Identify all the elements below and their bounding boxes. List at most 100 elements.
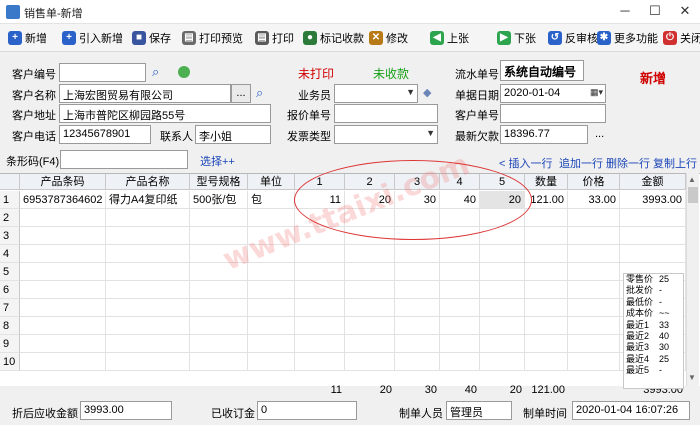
row-number[interactable]: 8 [0,317,20,335]
barcode-input[interactable] [60,150,188,169]
column-header[interactable]: 价格 [568,174,620,190]
grid-cell[interactable] [440,245,480,263]
search-icon[interactable]: ⌕ [152,64,159,80]
row-number[interactable]: 1 [0,191,20,209]
append-row-link[interactable]: 追加一行 [559,155,603,171]
row-number[interactable]: 6 [0,281,20,299]
grid-cell[interactable] [190,281,248,299]
grid-cell[interactable] [345,299,395,317]
grid-cell[interactable] [248,317,295,335]
grid-cell[interactable] [20,227,106,245]
grid-cell[interactable] [190,299,248,317]
grid-cell[interactable] [525,245,568,263]
column-header[interactable]: 金额 [620,174,686,190]
grid-cell[interactable] [395,353,440,371]
row-number[interactable]: 7 [0,299,20,317]
grid-cell[interactable] [106,263,190,281]
grid-cell[interactable] [345,335,395,353]
grid-cell[interactable] [106,335,190,353]
grid-cell[interactable] [480,353,525,371]
grid-cell[interactable] [568,299,620,317]
row-number[interactable]: 3 [0,227,20,245]
grid-cell[interactable] [295,335,345,353]
grid-cell[interactable] [190,353,248,371]
grid-cell[interactable]: 500张/包 [190,191,248,209]
phone-input[interactable]: 12345678901 [59,125,151,144]
grid-cell[interactable] [480,263,525,281]
address-input[interactable]: 上海市普陀区柳园路55号 [59,104,271,123]
grid-cell[interactable] [480,245,525,263]
grid-cell[interactable] [525,227,568,245]
grid-cell[interactable] [568,245,620,263]
grid-cell[interactable] [395,263,440,281]
serial-no-input[interactable]: 系统自动编号 [500,60,584,81]
row-number[interactable]: 2 [0,209,20,227]
grid-cell[interactable] [525,209,568,227]
grid-cell[interactable] [106,299,190,317]
grid-cell[interactable] [20,335,106,353]
insert-row-link[interactable]: < 插入一行 [499,155,552,171]
select-more-link[interactable]: 选择++ [200,153,235,169]
grid-cell[interactable] [525,299,568,317]
grid-cell[interactable] [525,263,568,281]
grid-cell[interactable] [106,245,190,263]
grid-cell[interactable] [248,281,295,299]
grid-cell[interactable] [395,245,440,263]
grid-cell[interactable] [568,335,620,353]
grid-cell[interactable] [525,281,568,299]
grid-cell[interactable] [480,335,525,353]
save-button[interactable]: ■ 保存 [132,29,171,47]
customer-name-input[interactable]: 上海宏图贸易有限公司 [59,84,231,103]
salesman-select[interactable]: ▼ [334,84,418,103]
grid-cell[interactable] [568,317,620,335]
grid-cell[interactable] [525,335,568,353]
grid-cell[interactable] [345,245,395,263]
column-header[interactable]: 型号规格 [190,174,248,190]
debt-detail-button[interactable]: ... [595,128,604,140]
unaudit-button[interactable]: ↺ 反审核 [548,29,598,47]
grid-cell[interactable] [20,209,106,227]
customer-no-input[interactable] [59,63,146,82]
scroll-up-icon[interactable]: ▲ [688,175,696,184]
grid-cell[interactable] [395,335,440,353]
grid-cell[interactable] [568,281,620,299]
copy-row-link[interactable]: 复制上行 [653,155,697,171]
grid-cell[interactable] [20,245,106,263]
prev-button[interactable]: ◀ 上张 [430,29,469,47]
grid-cell[interactable] [106,281,190,299]
grid-cell[interactable] [480,317,525,335]
maximize-button[interactable]: ☐ [640,3,670,19]
grid-cell[interactable] [440,281,480,299]
grid-cell[interactable] [568,353,620,371]
grid-cell[interactable] [440,263,480,281]
grid-cell[interactable] [480,299,525,317]
invoice-type-select[interactable]: ▼ [334,125,438,144]
date-picker[interactable]: 2020-01-04 ▦▾ [500,84,606,103]
column-header[interactable]: 数量 [525,174,568,190]
grid-cell[interactable] [525,353,568,371]
grid-cell[interactable] [345,353,395,371]
grid-cell[interactable] [106,209,190,227]
grid-cell[interactable] [345,281,395,299]
grid-cell[interactable] [295,263,345,281]
close-window-button[interactable]: ✕ [670,3,700,19]
grid-cell[interactable] [620,245,686,263]
grid-cell[interactable]: 得力A4复印纸 [106,191,190,209]
grid-cell[interactable] [620,227,686,245]
grid-cell[interactable] [106,353,190,371]
scroll-thumb[interactable] [688,187,698,203]
column-header[interactable]: 产品名称 [106,174,190,190]
more-button[interactable]: ✱ 更多功能 [597,29,658,47]
customer-order-input[interactable] [500,104,606,123]
row-number[interactable]: 5 [0,263,20,281]
grid-cell[interactable] [20,299,106,317]
print-button[interactable]: ▤ 打印 [255,29,294,47]
grid-cell[interactable] [295,281,345,299]
grid-cell[interactable] [248,335,295,353]
grid-cell[interactable] [190,335,248,353]
column-header[interactable]: 单位 [248,174,295,190]
delete-row-link[interactable]: 删除一行 [606,155,650,171]
contact-input[interactable]: 李小姐 [195,125,271,144]
print-preview-button[interactable]: ▤ 打印预览 [182,29,243,47]
grid-cell[interactable] [395,281,440,299]
